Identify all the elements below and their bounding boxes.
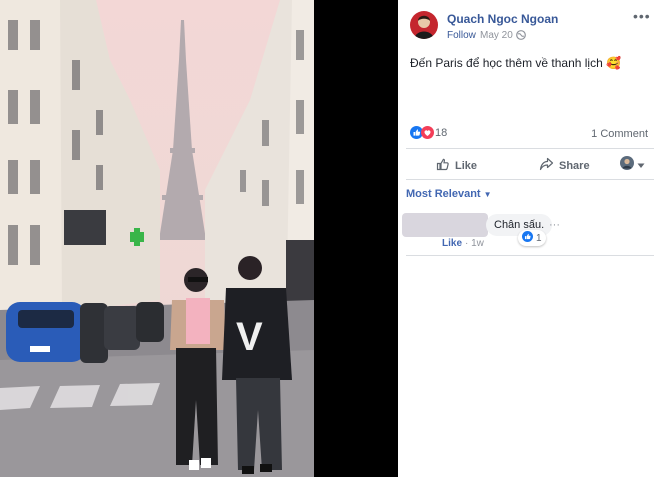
caret-down-icon [637,158,645,172]
globe-icon [516,29,526,43]
author-avatar[interactable] [410,11,438,39]
photo-divider [314,0,398,477]
like-button-label: Like [455,159,478,172]
comment-time[interactable]: · 1w [465,238,484,249]
viewer-avatar [620,156,634,173]
divider-line [406,255,654,256]
share-button[interactable]: Share [539,157,590,174]
comment-count[interactable]: 1 Comment [591,128,648,140]
caret-down-icon: ▼ [483,190,492,199]
comment-like-link[interactable]: Like [442,238,462,249]
share-button-label: Share [559,159,590,172]
comment-reaction-count: 1 [536,232,542,244]
post-message: Đến Paris để học thêm về thanh lịch [410,56,603,70]
love-reaction-icon [421,126,434,142]
comment-sort-dropdown[interactable]: Most Relevant ▼ [406,188,492,200]
like-reaction-icon [522,231,533,245]
like-button[interactable]: Like [436,157,477,174]
sort-label: Most Relevant [406,188,481,200]
divider-line [406,179,654,180]
viewer-avatar-selector[interactable] [620,156,645,173]
post-photo[interactable]: V [0,0,314,477]
paris-street-photo: V [0,0,314,477]
follow-link[interactable]: Follow [447,30,476,41]
emoji: 🥰 [606,56,622,70]
author-name[interactable]: Quach Ngoc Ngoan [447,12,558,26]
reaction-count[interactable]: 18 [435,127,447,139]
comment-more-icon[interactable]: ··· [549,219,560,231]
meta-separator: · [473,29,477,40]
divider-line [406,148,654,149]
post-date[interactable]: May 20 [480,30,513,41]
reaction-icons[interactable] [410,126,434,142]
svg-text:V: V [236,315,263,359]
comment-time-text: 1w [471,238,484,249]
more-icon[interactable]: ••• [633,8,651,24]
comment-reaction-badge[interactable]: 1 [518,230,546,246]
post-panel: Quach Ngoc Ngoan Follow · May 20 ••• Đến… [398,0,660,477]
share-arrow-icon [539,157,554,174]
post-text: Đến Paris để học thêm về thanh lịch 🥰 [410,56,621,70]
thumb-up-icon [436,157,450,174]
commenter-blurred [402,213,488,237]
